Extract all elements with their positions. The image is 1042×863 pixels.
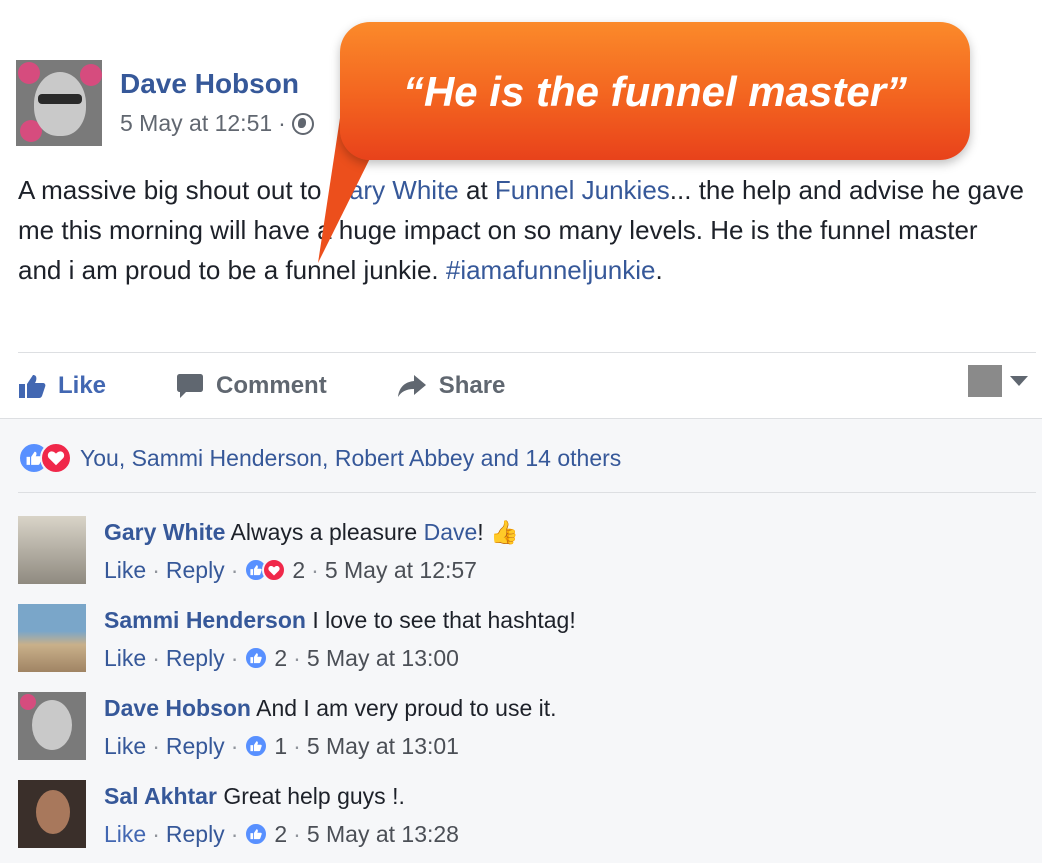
comment-like-link[interactable]: Like — [104, 818, 146, 850]
comment-actions: Like · Reply · 1 · 5 May at 13:01 — [104, 730, 459, 762]
comment-time[interactable]: 5 May at 13:28 — [307, 818, 459, 850]
reaction-count: 2 — [292, 557, 306, 583]
reactions-text[interactable]: You, Sammi Henderson, Robert Abbey and 1… — [80, 445, 621, 472]
comment-time[interactable]: 5 May at 12:57 — [325, 554, 477, 586]
divider — [18, 492, 1036, 493]
commenter-avatar[interactable] — [18, 604, 86, 672]
comment-content: Gary White Always a pleasure Dave! 👍 — [104, 516, 519, 548]
like-reaction-icon[interactable] — [244, 822, 269, 846]
comment-reactions[interactable] — [244, 558, 287, 582]
author-name[interactable]: Dave Hobson — [120, 68, 299, 100]
comment-time[interactable]: 5 May at 13:00 — [307, 642, 459, 674]
comment-actions: Like · Reply · 2 · 5 May at 12:57 — [104, 554, 477, 586]
comment-content: Sal Akhtar Great help guys !. — [104, 780, 405, 812]
comment-like-link[interactable]: Like — [104, 554, 146, 586]
comment-text: Great help guys !. — [223, 783, 405, 809]
commenter-name[interactable]: Sal Akhtar — [104, 783, 217, 809]
comment-text: I love to see that hashtag! — [312, 607, 576, 633]
comment-actions: Like · Reply · 2 · 5 May at 13:00 — [104, 642, 459, 674]
commenter-name[interactable]: Sammi Henderson — [104, 607, 306, 633]
reaction-count: 2 — [274, 645, 288, 671]
comment-time[interactable]: 5 May at 13:01 — [307, 730, 459, 762]
comment-reply-link[interactable]: Reply — [166, 642, 225, 674]
body-text-1: A massive big shout out to — [18, 175, 329, 205]
comment-item: Sammi Henderson I love to see that hasht… — [18, 604, 1028, 676]
comment-reply-link[interactable]: Reply — [166, 730, 225, 762]
comment-item: Gary White Always a pleasure Dave! 👍 Lik… — [18, 516, 1028, 588]
commenter-name[interactable]: Dave Hobson — [104, 695, 251, 721]
callout-text: “He is the funnel master” — [402, 68, 908, 115]
action-bar: Like Comment Share — [18, 364, 575, 408]
commenter-name[interactable]: Gary White — [104, 519, 225, 545]
comment-text: Always a pleasure — [230, 519, 424, 545]
mention-dave[interactable]: Dave — [424, 519, 478, 545]
commenter-avatar[interactable] — [18, 516, 86, 584]
comment-reply-link[interactable]: Reply — [166, 554, 225, 586]
comment-text-end: ! 👍 — [477, 519, 519, 545]
comment-content: Sammi Henderson I love to see that hasht… — [104, 604, 576, 636]
commenter-avatar[interactable] — [18, 780, 86, 848]
comment-content: Dave Hobson And I am very proud to use i… — [104, 692, 557, 724]
share-label: Share — [438, 372, 506, 399]
share-button[interactable]: Share — [397, 372, 506, 400]
reactions-summary[interactable]: You, Sammi Henderson, Robert Abbey and 1… — [18, 442, 621, 474]
body-text-4: . — [655, 255, 663, 285]
like-reaction-icon[interactable] — [244, 646, 269, 670]
commenter-avatar[interactable] — [18, 692, 86, 760]
chevron-down-icon[interactable] — [1010, 376, 1028, 386]
comment-like-link[interactable]: Like — [104, 730, 146, 762]
facebook-post: Dave Hobson 5 May at 12:51 · A massive b… — [0, 0, 1042, 863]
reaction-count: 2 — [274, 821, 288, 847]
love-reaction-icon — [40, 442, 72, 474]
body-text-2: at — [458, 175, 495, 205]
post-meta: 5 May at 12:51 · — [120, 110, 314, 137]
quote-callout: “He is the funnel master” — [340, 22, 970, 160]
mention-funnel-junkies[interactable]: Funnel Junkies — [495, 175, 670, 205]
meta-separator: · — [278, 110, 286, 136]
hashtag-link[interactable]: #iamafunneljunkie — [446, 255, 656, 285]
post-date[interactable]: 5 May at 12:51 — [120, 110, 272, 137]
comment-icon — [177, 374, 204, 398]
reaction-count: 1 — [274, 733, 288, 759]
comment-item: Sal Akhtar Great help guys !. Like · Repl… — [18, 780, 1028, 852]
like-reaction-icon[interactable] — [244, 734, 269, 758]
share-arrow-icon — [397, 375, 426, 397]
comment-item: Dave Hobson And I am very proud to use i… — [18, 692, 1028, 764]
comment-button[interactable]: Comment — [176, 372, 327, 400]
like-label: Like — [58, 372, 107, 399]
thumbs-up-icon — [19, 375, 46, 398]
post-as-avatar[interactable] — [968, 365, 1002, 397]
comment-reply-link[interactable]: Reply — [166, 818, 225, 850]
author-avatar[interactable] — [16, 60, 102, 146]
comment-text: And I am very proud to use it. — [256, 695, 557, 721]
comment-actions: Like · Reply · 2 · 5 May at 13:28 — [104, 818, 459, 850]
comment-like-link[interactable]: Like — [104, 642, 146, 674]
comment-label: Comment — [216, 372, 327, 399]
post-body: A massive big shout out to Gary White at… — [18, 170, 1028, 290]
love-reaction-icon — [262, 558, 287, 582]
divider — [18, 352, 1036, 353]
like-button[interactable]: Like — [18, 372, 106, 400]
